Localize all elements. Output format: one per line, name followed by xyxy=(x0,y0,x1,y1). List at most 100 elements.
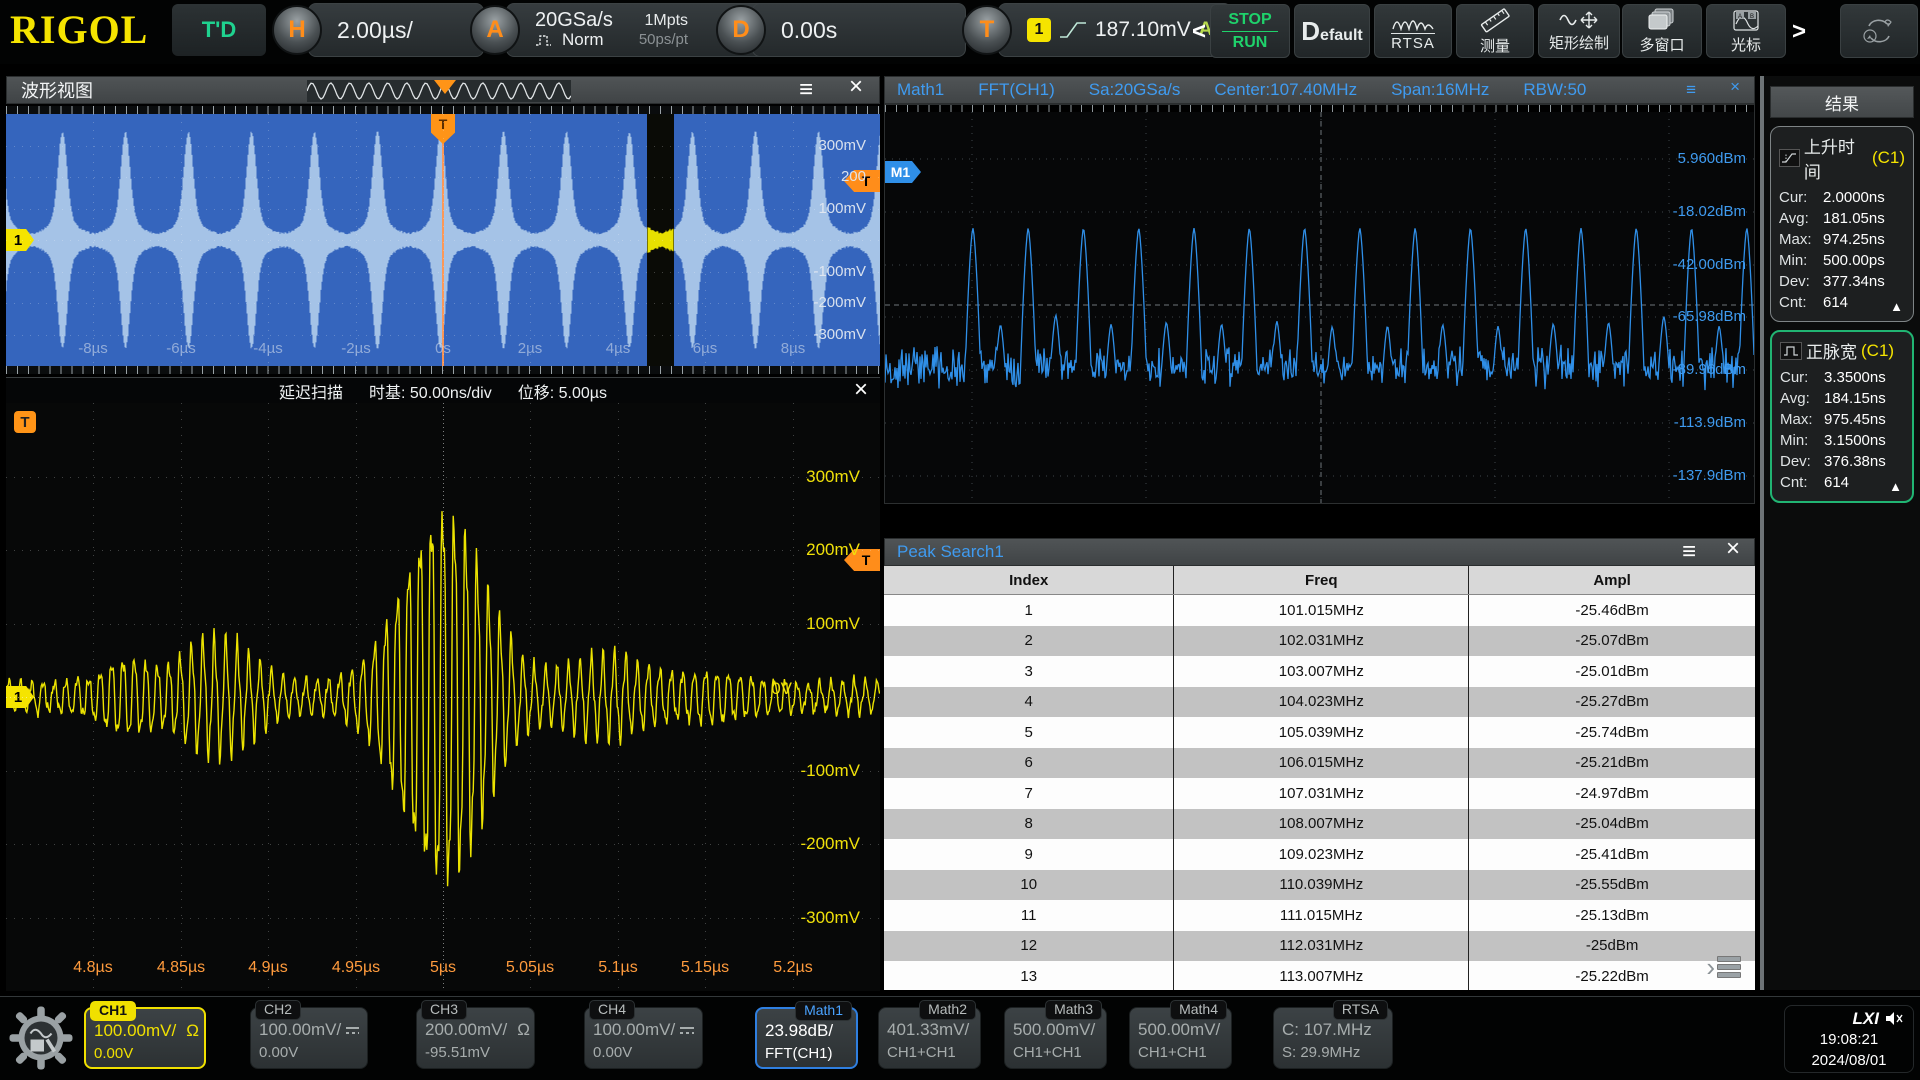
delayed-sweep-close-icon[interactable]: × xyxy=(854,376,868,404)
peak-table-row[interactable]: 7107.031MHz-24.97dBm xyxy=(884,778,1755,809)
peak-table-row[interactable]: 12112.031MHz-25dBm xyxy=(884,931,1755,962)
fft-close-icon[interactable]: × xyxy=(1730,77,1740,97)
t-axis-label: -8µs xyxy=(63,340,123,357)
waveform-draw-button[interactable]: 矩形绘制 xyxy=(1538,4,1620,58)
horizontal-group[interactable]: H 2.00µs/ xyxy=(272,4,484,56)
measurement-card[interactable]: 正脉宽(C1)Cur:3.3500nsAvg:184.15nsMax:975.4… xyxy=(1770,330,1914,503)
wave-view-plot[interactable]: T 1 T 300mV200100mV-100mV-200mV-300mV-8µ… xyxy=(6,106,880,374)
wave-close-icon[interactable]: × xyxy=(849,77,863,97)
channel-card-ch1[interactable]: CH1100.00mV/Ω0.00V xyxy=(84,1007,206,1069)
trigger-knob[interactable]: T xyxy=(962,5,1012,55)
channel-card-rtsa[interactable]: RTSAC: 107.MHzS: 29.9MHz xyxy=(1273,1007,1393,1069)
refresh-mode-button[interactable] xyxy=(1840,4,1918,58)
toolbar: RIGOL T'D H 2.00µs/ A 20GSa/s Norm xyxy=(0,0,1920,64)
cursor-button[interactable]: A B 光标 xyxy=(1706,4,1786,58)
fft-plot[interactable]: M1 5.960dBm-18.02dBm-42.00dBm-65.98dBm-8… xyxy=(884,104,1755,504)
fft-y-label: -65.98dBm xyxy=(1660,308,1746,325)
channel-card-math2[interactable]: Math2401.33mV/CH1+CH1 xyxy=(878,1007,981,1069)
v-axis-label: 300mV xyxy=(776,467,860,487)
stop-run-button[interactable]: STOP RUN xyxy=(1210,4,1290,58)
gridline xyxy=(268,403,269,991)
v-axis-label: 200 xyxy=(796,168,866,185)
gridline xyxy=(793,403,794,991)
delay-group[interactable]: D 0.00s xyxy=(716,4,966,56)
t-axis-label: 2µs xyxy=(500,340,560,357)
wave-menu-icon[interactable]: ≡ xyxy=(799,80,813,100)
fft-y-label: 5.960dBm xyxy=(1660,150,1746,167)
measurement-title: 上升时间(C1) xyxy=(1779,133,1905,183)
channel-tab[interactable]: Math2 xyxy=(919,1000,976,1020)
peak-table-row[interactable]: 6106.015MHz-25.21dBm xyxy=(884,748,1755,779)
status-block[interactable]: LXI 19:08:21 2024/08/01 xyxy=(1784,1005,1914,1073)
peak-close-icon[interactable]: × xyxy=(1726,539,1740,559)
channel-tab[interactable]: RTSA xyxy=(1333,1000,1388,1020)
measurement-name: 正脉宽 xyxy=(1806,338,1857,363)
gridline xyxy=(181,106,182,374)
memory-depth: 1Mpts xyxy=(644,11,688,30)
t-axis-label: 4.8µs xyxy=(58,959,128,977)
measurement-channel: (C1) xyxy=(1861,341,1894,361)
channel-tab[interactable]: CH4 xyxy=(589,1000,635,1020)
peak-menu-icon[interactable]: ≡ xyxy=(1682,542,1696,562)
peak-cell: -25.04dBm xyxy=(1469,809,1755,840)
peak-table-row[interactable]: 8108.007MHz-25.04dBm xyxy=(884,809,1755,840)
default-button[interactable]: Default xyxy=(1294,4,1370,58)
peak-table-row[interactable]: 1101.015MHz-25.46dBm xyxy=(884,595,1755,626)
gridline xyxy=(618,403,619,991)
stat-row: Min:3.1500ns xyxy=(1780,430,1904,451)
channel-tab[interactable]: Math4 xyxy=(1170,1000,1227,1020)
multi-window-button[interactable]: 多窗口 xyxy=(1622,4,1702,58)
rigol-gear-logo[interactable] xyxy=(8,1003,74,1073)
rtsa-button[interactable]: RTSA xyxy=(1374,4,1452,58)
peak-table-row[interactable]: 3103.007MHz-25.01dBm xyxy=(884,656,1755,687)
peak-cell: -25.41dBm xyxy=(1469,839,1755,870)
peak-table-row[interactable]: 5105.039MHz-25.74dBm xyxy=(884,717,1755,748)
peak-table-row[interactable]: 13113.007MHz-25.22dBm xyxy=(884,961,1755,990)
channel-tab[interactable]: CH2 xyxy=(255,1000,301,1020)
delay-pill[interactable]: 0.00s xyxy=(752,3,966,57)
measurement-card[interactable]: 上升时间(C1)Cur:2.0000nsAvg:181.05nsMax:974.… xyxy=(1770,126,1914,322)
channel-card-math3[interactable]: Math3500.00mV/CH1+CH1 xyxy=(1004,1007,1107,1069)
channel-tab[interactable]: CH1 xyxy=(90,1001,136,1021)
fft-menu-icon[interactable]: ≡ xyxy=(1686,80,1696,100)
v-axis-label: -300mV xyxy=(776,908,860,928)
channel-card-ch2[interactable]: CH2100.00mV/0.00V xyxy=(250,1007,368,1069)
peak-table-row[interactable]: 2102.031MHz-25.07dBm xyxy=(884,626,1755,657)
channel-offset: 0.00V xyxy=(259,1044,359,1061)
v-axis-label: -200mV xyxy=(776,834,860,854)
delayed-sweep-plot[interactable]: T 1 T 300mV200mV100mV0V-100mV-200mV-300m… xyxy=(6,403,880,991)
nav-right-chevron[interactable]: > xyxy=(1792,18,1806,46)
channel-card-ch3[interactable]: CH3200.00mV/Ω-95.51mV xyxy=(416,1007,535,1069)
channel-card-math1[interactable]: Math123.98dB/FFT(CH1) xyxy=(755,1007,858,1069)
peak-search-title: Peak Search1 xyxy=(897,542,1004,562)
peak-cell: 3 xyxy=(884,656,1174,687)
peak-table-row[interactable]: 11111.015MHz-25.13dBm xyxy=(884,900,1755,931)
overview-trigger-marker[interactable] xyxy=(434,80,456,94)
trigger-status[interactable]: T'D xyxy=(172,4,266,56)
channel-card-math4[interactable]: Math4500.00mV/CH1+CH1 xyxy=(1129,1007,1232,1069)
acquire-knob[interactable]: A xyxy=(470,5,520,55)
measure-button[interactable]: 测量 xyxy=(1456,4,1534,58)
fft-y-label: -18.02dBm xyxy=(1660,203,1746,220)
delay-knob[interactable]: D xyxy=(716,5,766,55)
channel-bar: CH1100.00mV/Ω0.00V CH2100.00mV/0.00V CH320… xyxy=(0,996,1920,1080)
collapse-triangle-icon[interactable]: ▲ xyxy=(1890,296,1903,317)
stat-value: 614 xyxy=(1824,472,1849,493)
peak-table-row[interactable]: 10110.039MHz-25.55dBm xyxy=(884,870,1755,901)
channel-tab[interactable]: CH3 xyxy=(421,1000,467,1020)
zoom-trigger-tag[interactable]: T xyxy=(14,411,36,433)
horizontal-knob[interactable]: H xyxy=(272,5,322,55)
timebase-pill[interactable]: 2.00µs/ xyxy=(308,3,484,57)
channel-card-ch4[interactable]: CH4100.00mV/0.00V xyxy=(584,1007,703,1069)
peak-cell: 11 xyxy=(884,900,1174,931)
peak-cell: 110.039MHz xyxy=(1174,870,1469,901)
peak-table-row[interactable]: 4104.023MHz-25.27dBm xyxy=(884,687,1755,718)
peak-table-row[interactable]: 9109.023MHz-25.41dBm xyxy=(884,839,1755,870)
collapse-triangle-icon[interactable]: ▲ xyxy=(1889,476,1902,497)
t-axis-label: 6µs xyxy=(675,340,735,357)
channel-tab[interactable]: Math3 xyxy=(1045,1000,1102,1020)
channel-tab[interactable]: Math1 xyxy=(795,1001,852,1021)
gridline xyxy=(93,403,94,991)
nav-left-chevron[interactable]: < xyxy=(1192,18,1206,46)
peak-expand-icon[interactable]: › xyxy=(1706,954,1741,980)
